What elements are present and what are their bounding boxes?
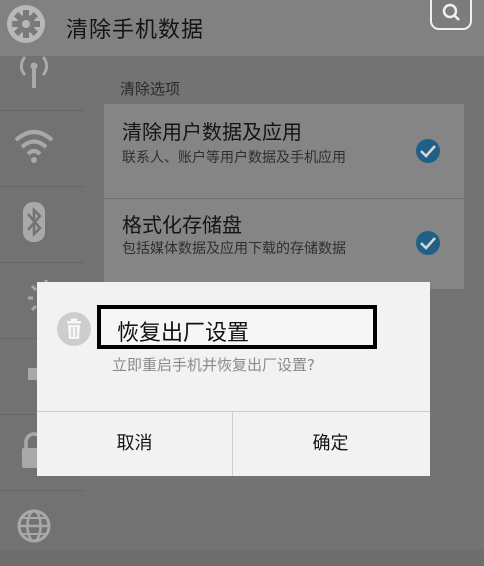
bluetooth-icon (23, 202, 45, 242)
cancel-button[interactable]: 取消 (37, 412, 232, 476)
trash-icon (57, 312, 91, 346)
factory-reset-dialog: 立即重启手机并恢复出厂设置? 恢复出厂设置 取消 确定 (37, 282, 430, 476)
section-title: 清除选项 (120, 80, 181, 98)
sidebar-item-bluetooth[interactable] (0, 186, 84, 263)
confirm-button[interactable]: 确定 (233, 412, 428, 476)
option-clear-user-data[interactable]: 清除用户数据及应用 联系人、账户等用户数据及手机应用 (104, 104, 464, 198)
check-icon[interactable] (416, 231, 440, 255)
option-description: 联系人、账户等用户数据及手机应用 (122, 150, 346, 166)
dialog-title-highlight: 恢复出厂设置 (97, 305, 377, 349)
option-format-storage[interactable]: 格式化存储盘 包括媒体数据及应用下载的存储数据 (104, 199, 464, 289)
globe-icon (17, 509, 51, 543)
option-title: 格式化存储盘 (122, 213, 242, 237)
antenna-icon (19, 55, 49, 88)
dialog-title: 恢复出厂设置 (117, 321, 250, 346)
sidebar-item-wifi[interactable] (0, 110, 84, 187)
option-description: 包括媒体数据及应用下载的存储数据 (122, 241, 346, 257)
page-title: 清除手机数据 (66, 18, 205, 43)
sidebar-item-network[interactable] (0, 34, 84, 111)
search-icon[interactable] (430, 0, 472, 30)
wifi-icon (14, 130, 54, 163)
dialog-message: 立即重启手机并恢复出厂设置? (112, 356, 315, 374)
sidebar-item-language[interactable] (0, 490, 84, 566)
check-icon[interactable] (416, 139, 440, 163)
option-title: 清除用户数据及应用 (122, 120, 302, 144)
